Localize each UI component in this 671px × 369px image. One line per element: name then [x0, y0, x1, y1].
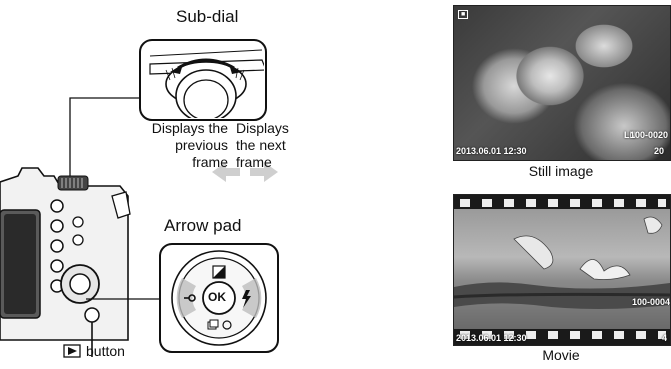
movie-caption: Movie — [542, 347, 580, 363]
ok-button-label: OK — [208, 290, 226, 304]
next-frame-label: Displays the next frame — [236, 120, 289, 170]
arrow-pad-title: Arrow pad — [164, 216, 242, 235]
movie-timestamp: 2013.06.01 12:30 — [456, 333, 527, 343]
movie-file-number: 100-0004 — [632, 297, 671, 307]
camera-diagram — [0, 39, 279, 358]
still-image-preview: ■ LN 100-0020 2013.06.01 12:30 20 — [453, 5, 671, 161]
still-image-caption: Still image — [528, 163, 594, 179]
sub-dial-callout — [139, 39, 267, 121]
prev-frame-label: Displays the previous frame — [151, 120, 228, 170]
still-file-number: 100-0020 — [630, 130, 669, 140]
sub-dial-title: Sub-dial — [176, 7, 239, 26]
play-button-label: button — [86, 343, 125, 359]
still-count: 20 — [654, 146, 665, 156]
still-timestamp: 2013.06.01 12:30 — [456, 146, 527, 156]
movie-preview: 100-0004 2013.06.01 12:30 4 — [453, 194, 671, 346]
camera-body — [0, 167, 131, 341]
movie-count: 4 — [662, 333, 668, 343]
